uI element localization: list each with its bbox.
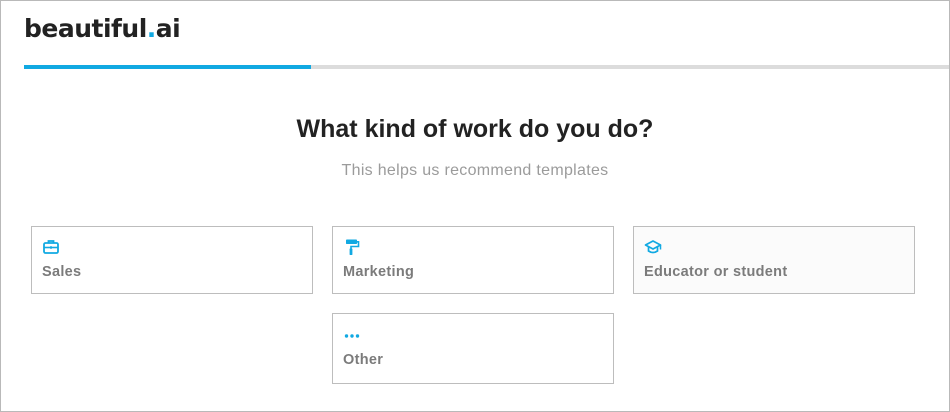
option-other[interactable]: Other [332,313,614,384]
option-label: Sales [42,264,82,280]
graduation-cap-icon [644,240,662,254]
onboarding-progress-fill [24,65,312,69]
option-label: Educator or student [644,264,788,280]
option-label: Marketing [343,264,415,280]
question-subtitle: This helps us recommend templates [341,162,609,179]
more-dots-icon [344,334,360,338]
app-frame: beautiful.ai What kind of work do you do… [0,0,950,412]
briefcase-icon [43,240,59,254]
option-sales[interactable]: Sales [31,226,313,294]
question-title: What kind of work do you do? [296,115,654,143]
onboarding-progress-bar [24,65,949,69]
logo-name: beautiful [24,14,147,43]
option-educator-or-student[interactable]: Educator or student [633,226,915,294]
logo-dot: . [146,14,157,43]
option-label: Other [343,352,384,368]
logo-suffix: ai [155,14,181,43]
brand-logo[interactable]: beautiful.ai [24,12,181,46]
paint-roller-icon [346,239,360,255]
option-marketing[interactable]: Marketing [332,226,614,294]
